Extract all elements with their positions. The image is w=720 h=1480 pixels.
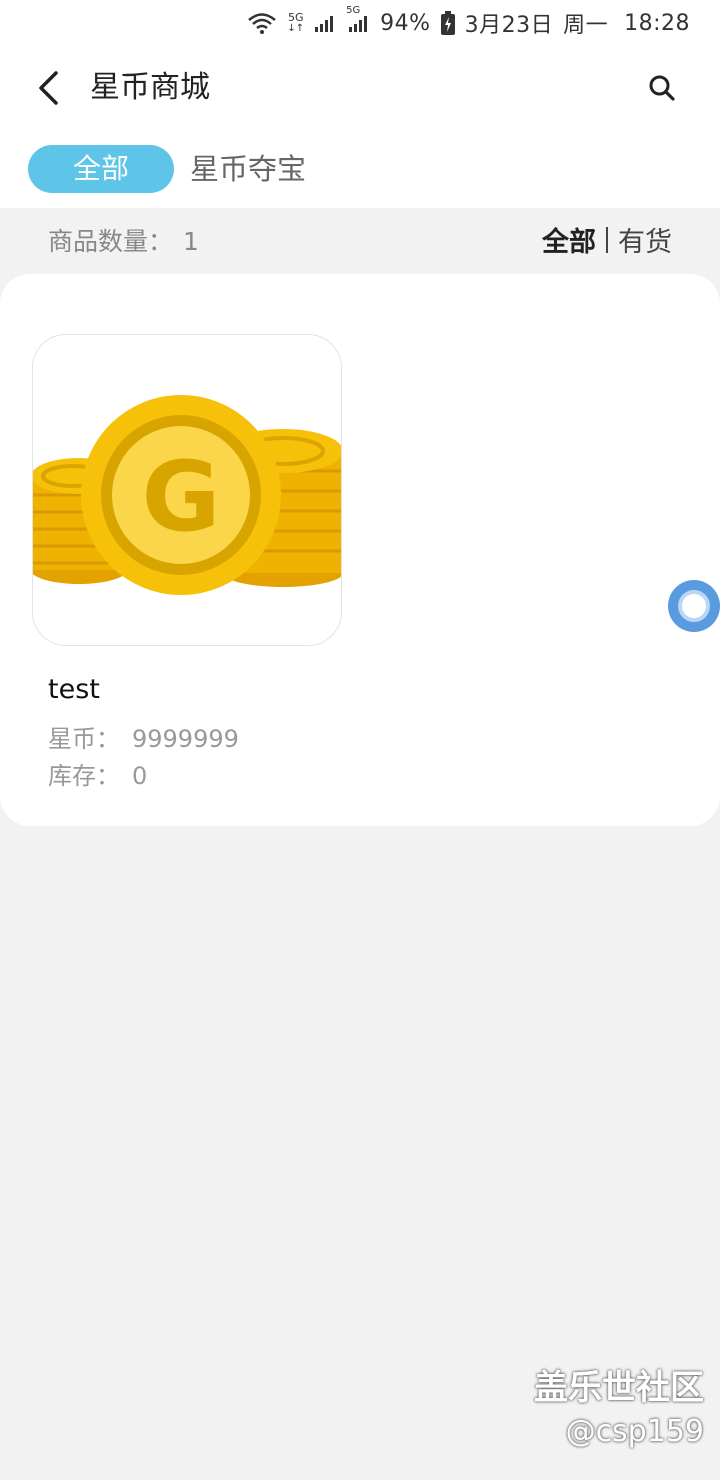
tab-all[interactable]: 全部 [28, 145, 174, 193]
watermark: 盖乐世社区 @csp159 [534, 1366, 704, 1454]
signal-5g-text-b: 5G [346, 5, 361, 16]
product-stock: 库存： 0 [48, 756, 147, 791]
signal-5g-text-a: 5G [288, 11, 304, 24]
signal-5g-bars-icon: 5G [346, 5, 370, 33]
filter-all[interactable]: 全部 [542, 220, 596, 259]
stock-label: 库存： [48, 762, 120, 790]
watermark-community: 盖乐世社区 [534, 1368, 704, 1408]
wifi-icon [247, 11, 277, 35]
status-bar: 5G ↓↑ 5G 94% 3月23日 周一 18:28 [0, 0, 720, 46]
floating-button-icon [678, 590, 710, 622]
time-text: 18:28 [624, 10, 690, 36]
search-icon [649, 75, 675, 101]
stock-value: 0 [132, 762, 148, 790]
status-bar-right: 5G ↓↑ 5G 94% 3月23日 周一 18:28 [247, 5, 690, 40]
product-count-label: 商品数量： [48, 227, 174, 256]
signal-5g-label-a: 5G ↓↑ [287, 11, 305, 34]
summary-bar: 商品数量： 1 全部 有货 [0, 208, 720, 272]
stock-filter: 全部 有货 [542, 220, 672, 259]
filter-divider [606, 226, 608, 253]
filter-in-stock[interactable]: 有货 [618, 220, 672, 259]
product-image[interactable]: G [32, 334, 342, 646]
price-value: 9999999 [132, 725, 239, 753]
app-header: 星币商城 [0, 46, 720, 130]
chevron-left-icon [39, 71, 58, 105]
gold-coin-icon: G [33, 395, 341, 595]
signal-bars-icon [314, 13, 336, 33]
product-card[interactable]: G test 星币： 9999999 库存： 0 [32, 334, 342, 790]
date-text: 3月23日 [464, 13, 554, 38]
price-label: 星币： [48, 725, 120, 753]
search-button[interactable] [640, 66, 684, 110]
product-count-value: 1 [183, 227, 199, 256]
battery-percent: 94% [380, 10, 431, 36]
product-list: G test 星币： 9999999 库存： 0 [0, 274, 720, 826]
category-tabs: 全部 星币夺宝 [0, 130, 720, 208]
product-count: 商品数量： 1 [48, 222, 199, 258]
back-button[interactable] [26, 66, 70, 110]
weekday-text: 周一 [563, 13, 609, 38]
product-name: test [48, 674, 100, 705]
svg-text:G: G [142, 441, 221, 553]
floating-assist-button[interactable] [668, 580, 720, 632]
tab-treasure[interactable]: 星币夺宝 [190, 145, 306, 193]
product-price: 星币： 9999999 [48, 719, 239, 754]
watermark-user: @csp159 [565, 1414, 704, 1449]
battery-icon [440, 11, 455, 35]
page-title: 星币商城 [90, 70, 210, 105]
